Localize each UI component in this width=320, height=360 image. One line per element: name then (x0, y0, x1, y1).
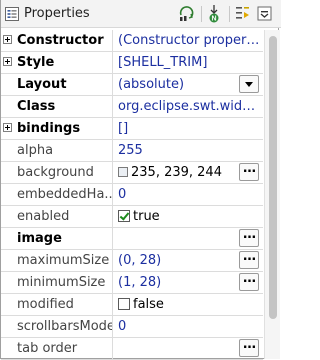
ellipsis-button[interactable] (239, 249, 259, 269)
property-name-cell: tab order (1, 338, 113, 359)
toolbar-separator (229, 6, 230, 22)
collapse-icon[interactable] (255, 4, 275, 24)
checkbox-unchecked-icon[interactable] (118, 298, 130, 310)
property-value[interactable]: (0, 28) (118, 253, 236, 268)
property-name: minimumSize (17, 275, 106, 290)
property-row[interactable]: modified false (1, 294, 263, 316)
property-value[interactable]: 255 (118, 143, 260, 158)
property-row[interactable]: Constructor (Constructor properties) (1, 30, 263, 52)
property-name: embeddedHa... (17, 187, 113, 202)
property-name: Style (17, 55, 55, 70)
property-value-text: false (133, 297, 164, 312)
properties-panel: Properties N Constructor (Constructor pr… (0, 0, 281, 360)
show-events-icon[interactable] (177, 4, 197, 24)
property-value[interactable]: org.eclipse.swt.widgets.Shell (118, 99, 260, 114)
color-swatch (118, 167, 128, 177)
property-value-text: true (133, 209, 160, 224)
property-row[interactable]: Class org.eclipse.swt.widgets.Shell (1, 96, 263, 118)
property-name: image (17, 231, 62, 246)
scrollbar-thumb[interactable] (269, 36, 277, 319)
property-row[interactable]: Layout (absolute) (1, 74, 263, 96)
property-row[interactable]: embeddedHa... 0 (1, 184, 263, 206)
expand-icon[interactable] (3, 35, 12, 44)
property-value[interactable]: false (118, 297, 236, 312)
property-value[interactable]: 235, 239, 244 (118, 165, 236, 180)
property-name: Layout (17, 77, 67, 92)
property-name-cell: background (1, 162, 113, 183)
property-name-cell: image (1, 228, 113, 249)
property-row[interactable]: scrollbarsMode 0 (1, 316, 263, 338)
property-name-cell: alpha (1, 140, 113, 161)
property-row[interactable]: background 235, 239, 244 (1, 161, 263, 184)
property-value-text: [] (118, 121, 129, 136)
property-row[interactable]: image (1, 227, 263, 250)
property-value-text: 235, 239, 244 (131, 165, 222, 180)
property-name: enabled (17, 209, 70, 224)
property-value-text: [SHELL_TRIM] (118, 55, 208, 70)
property-name: bindings (17, 121, 81, 136)
property-value[interactable]: true (118, 209, 236, 224)
property-name: alpha (17, 143, 54, 158)
property-name-cell: modified (1, 294, 113, 315)
property-name-cell: embeddedHa... (1, 184, 113, 205)
property-value[interactable]: (Constructor properties) (118, 33, 260, 48)
property-value-text: (0, 28) (118, 253, 162, 268)
property-value[interactable]: 0 (118, 319, 260, 334)
dropdown-button[interactable] (239, 75, 259, 93)
property-name: modified (17, 297, 74, 312)
property-value[interactable]: (absolute) (118, 77, 236, 92)
goto-definition-icon[interactable]: N (205, 4, 225, 24)
property-value[interactable]: 0 (118, 187, 260, 202)
ellipsis-button[interactable] (239, 161, 259, 181)
property-name-cell: Style (1, 52, 113, 73)
properties-title-bar: Properties N (1, 0, 281, 28)
property-name-cell: Layout (1, 74, 113, 95)
property-value-text: org.eclipse.swt.widgets.Shell (118, 99, 260, 114)
show-advanced-icon[interactable] (233, 4, 253, 24)
property-table: Constructor (Constructor properties) Style… (1, 30, 263, 360)
checkbox-checked-icon[interactable] (118, 210, 130, 222)
property-row[interactable]: tab order (1, 337, 263, 360)
property-name: Constructor (17, 33, 104, 48)
property-value[interactable]: (1, 28) (118, 275, 236, 290)
property-name: Class (17, 99, 56, 114)
property-name: scrollbarsMode (17, 319, 113, 334)
properties-icon (5, 7, 19, 25)
property-value-text: (absolute) (118, 77, 185, 92)
property-name: tab order (17, 341, 78, 356)
property-value[interactable]: [] (118, 121, 260, 136)
ellipsis-button[interactable] (239, 227, 259, 247)
property-name-cell: minimumSize (1, 272, 113, 293)
expand-icon[interactable] (3, 57, 12, 66)
property-row[interactable]: maximumSize (0, 28) (1, 249, 263, 272)
toolbar-separator (201, 6, 202, 22)
property-value-text: (1, 28) (118, 275, 162, 290)
property-name: maximumSize (17, 253, 110, 268)
property-value-text: 0 (118, 187, 127, 202)
property-value-text: 255 (118, 143, 143, 158)
property-row[interactable]: minimumSize (1, 28) (1, 271, 263, 294)
property-value[interactable]: [SHELL_TRIM] (118, 55, 260, 70)
property-name-cell: scrollbarsMode (1, 316, 113, 337)
property-name-cell: Class (1, 96, 113, 117)
property-row[interactable]: Style [SHELL_TRIM] (1, 52, 263, 74)
svg-text:N: N (211, 16, 216, 23)
property-value-text: (Constructor properties) (118, 33, 260, 48)
property-name: background (17, 165, 94, 180)
vertical-scrollbar[interactable] (264, 30, 280, 359)
ellipsis-button[interactable] (239, 337, 259, 357)
panel-title: Properties (24, 6, 90, 21)
ellipsis-button[interactable] (239, 271, 259, 291)
property-name-cell: maximumSize (1, 250, 113, 271)
property-row[interactable]: enabled true (1, 206, 263, 228)
property-name-cell: Constructor (1, 30, 113, 51)
property-name-cell: bindings (1, 118, 113, 139)
property-name-cell: enabled (1, 206, 113, 227)
property-row[interactable]: alpha 255 (1, 140, 263, 162)
expand-icon[interactable] (3, 123, 12, 132)
property-value-text: 0 (118, 319, 127, 334)
property-row[interactable]: bindings [] (1, 118, 263, 140)
